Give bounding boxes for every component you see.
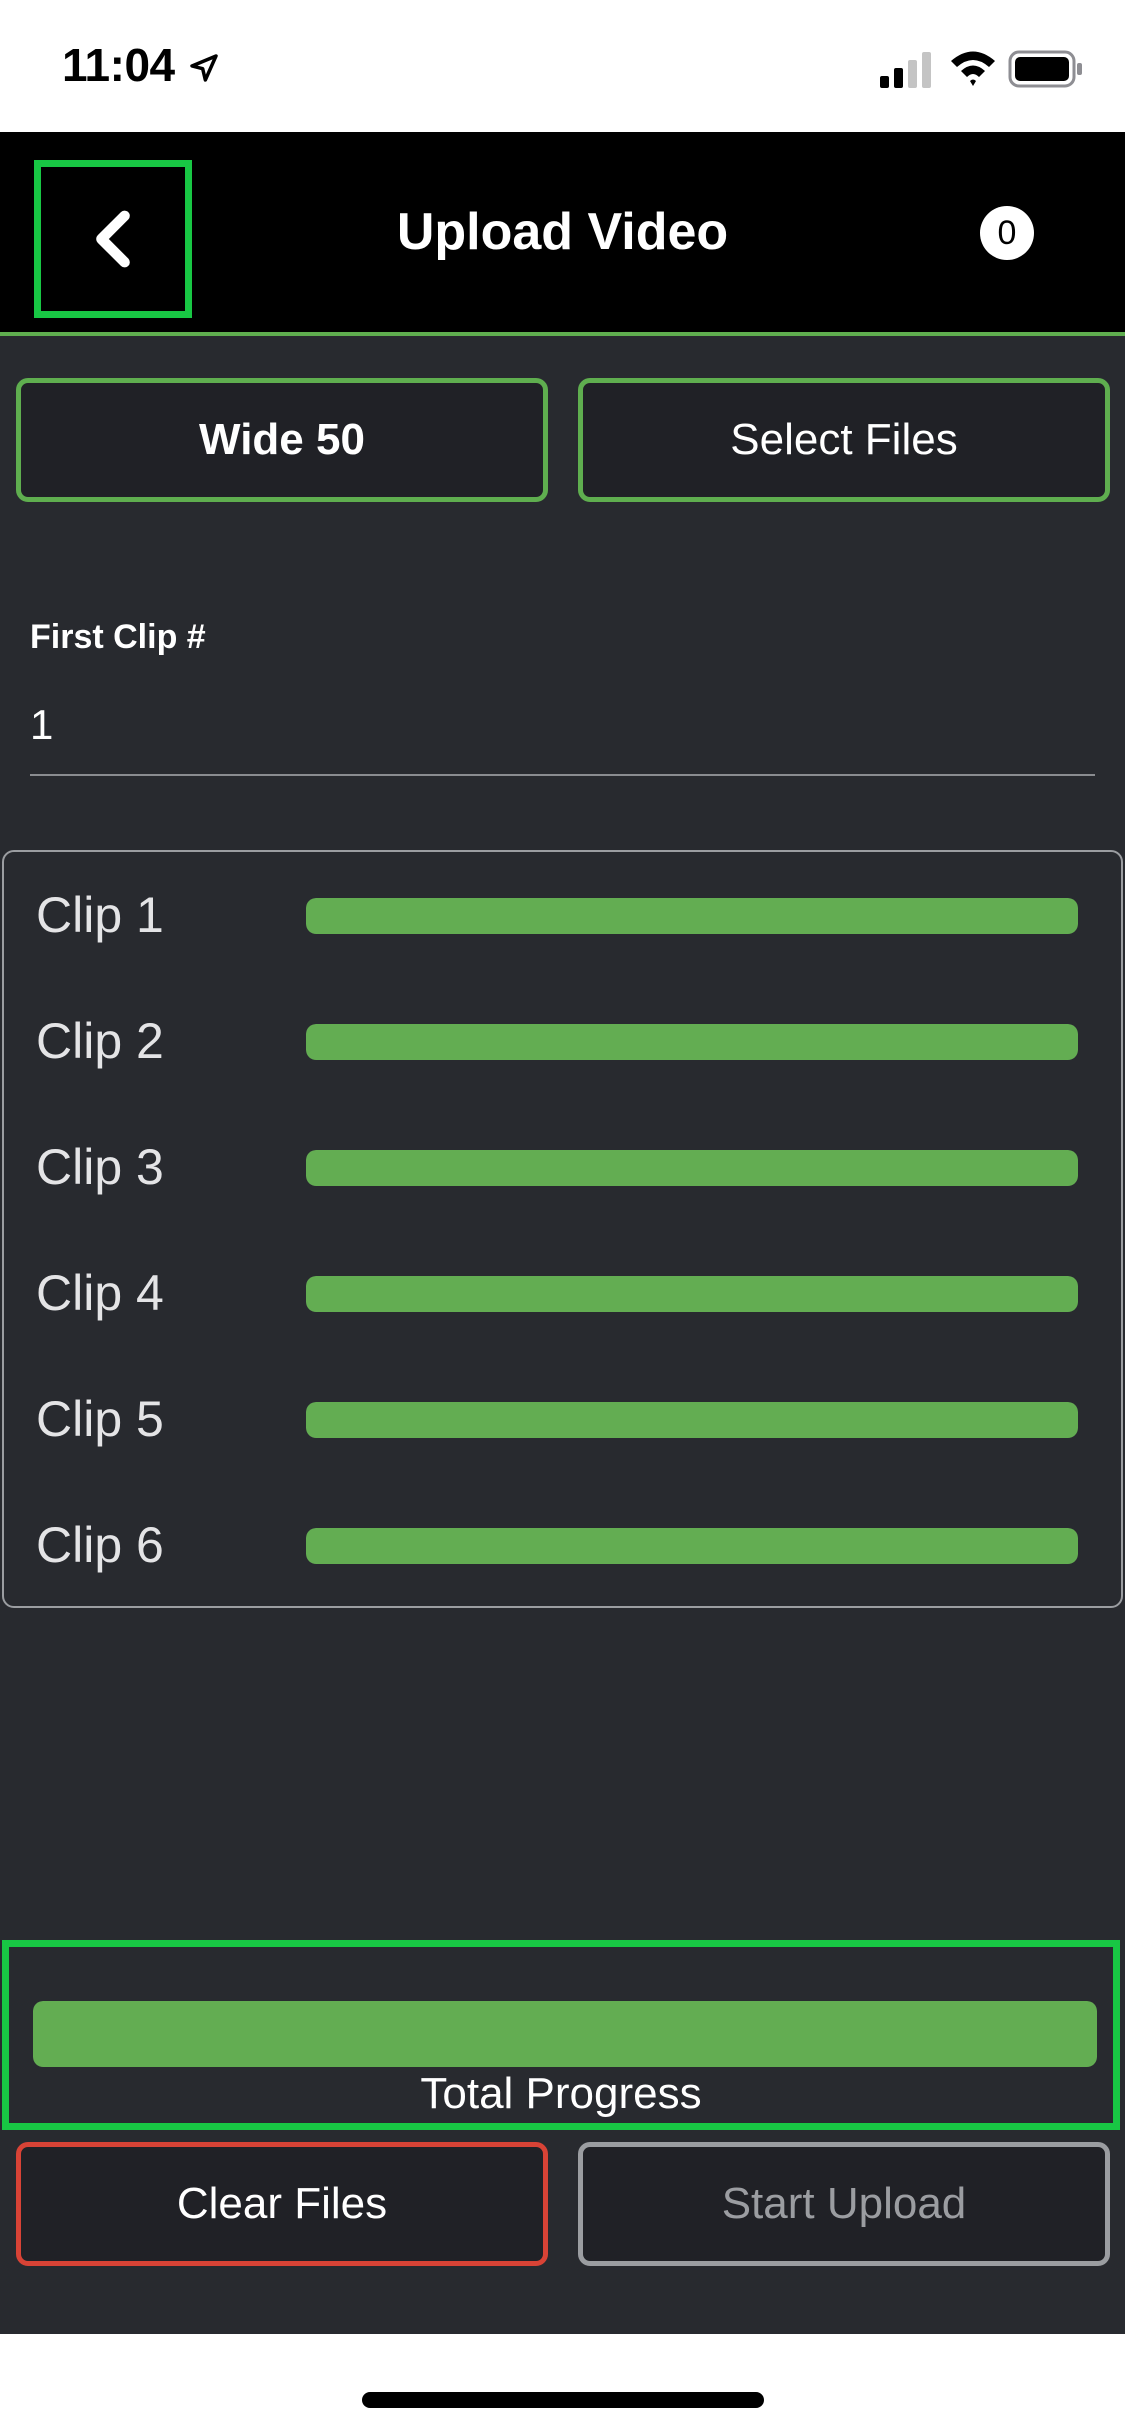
chevron-left-icon [96,210,130,268]
count-badge: 0 [980,206,1034,260]
total-progress-bar [33,2001,1097,2067]
list-item: Clip 1 [4,852,1121,978]
clip-progress-fill [306,1402,1078,1438]
clip-name: Clip 6 [36,1517,164,1573]
list-item: Clip 3 [4,1104,1121,1230]
camera-select-button[interactable]: Wide 50 [16,378,548,502]
status-time: 11:04 [62,39,175,91]
upload-content: Wide 50 Select Files First Clip # Clip 1… [0,336,1125,2334]
wifi-icon [951,51,995,86]
first-clip-label: First Clip # [30,618,206,656]
list-item: Clip 6 [4,1482,1121,1608]
clip-name: Clip 3 [36,1139,164,1195]
nav-header: Upload Video 0 [0,132,1125,336]
back-button[interactable] [34,160,192,318]
total-progress-panel: Total Progress [2,1940,1120,2130]
battery-icon [1008,50,1082,88]
cellular-signal-icon [880,52,931,88]
app-screen: 11:04 Upload Video 0 Wide 50 Select File… [0,0,1125,2436]
clip-list: Clip 1 Clip 2 Clip 3 Clip 4 Clip 5 Clip … [2,850,1123,1608]
clip-progress-bar [306,1276,1078,1312]
clip-name: Clip 4 [36,1265,164,1321]
start-upload-button[interactable]: Start Upload [578,2142,1110,2266]
clip-progress-bar [306,898,1078,934]
status-bar: 11:04 [0,0,1125,132]
list-item: Clip 4 [4,1230,1121,1356]
clear-files-button[interactable]: Clear Files [16,2142,548,2266]
clip-progress-bar [306,1024,1078,1060]
clip-progress-fill [306,1024,1078,1060]
clip-name: Clip 1 [36,887,164,943]
clip-name: Clip 5 [36,1391,164,1447]
clip-progress-fill [306,1276,1078,1312]
total-progress-fill [33,2001,1097,2067]
clip-name: Clip 2 [36,1013,164,1069]
clip-progress-fill [306,1150,1078,1186]
clip-progress-fill [306,1528,1078,1564]
home-indicator [362,2392,764,2408]
clip-progress-bar [306,1150,1078,1186]
total-progress-label: Total Progress [420,2069,702,2118]
select-files-button[interactable]: Select Files [578,378,1110,502]
list-item: Clip 2 [4,978,1121,1104]
location-arrow-icon [190,54,218,82]
clip-progress-bar [306,1402,1078,1438]
first-clip-input[interactable] [30,676,1095,776]
list-item: Clip 5 [4,1356,1121,1482]
clip-progress-bar [306,1528,1078,1564]
clip-progress-fill [306,898,1078,934]
